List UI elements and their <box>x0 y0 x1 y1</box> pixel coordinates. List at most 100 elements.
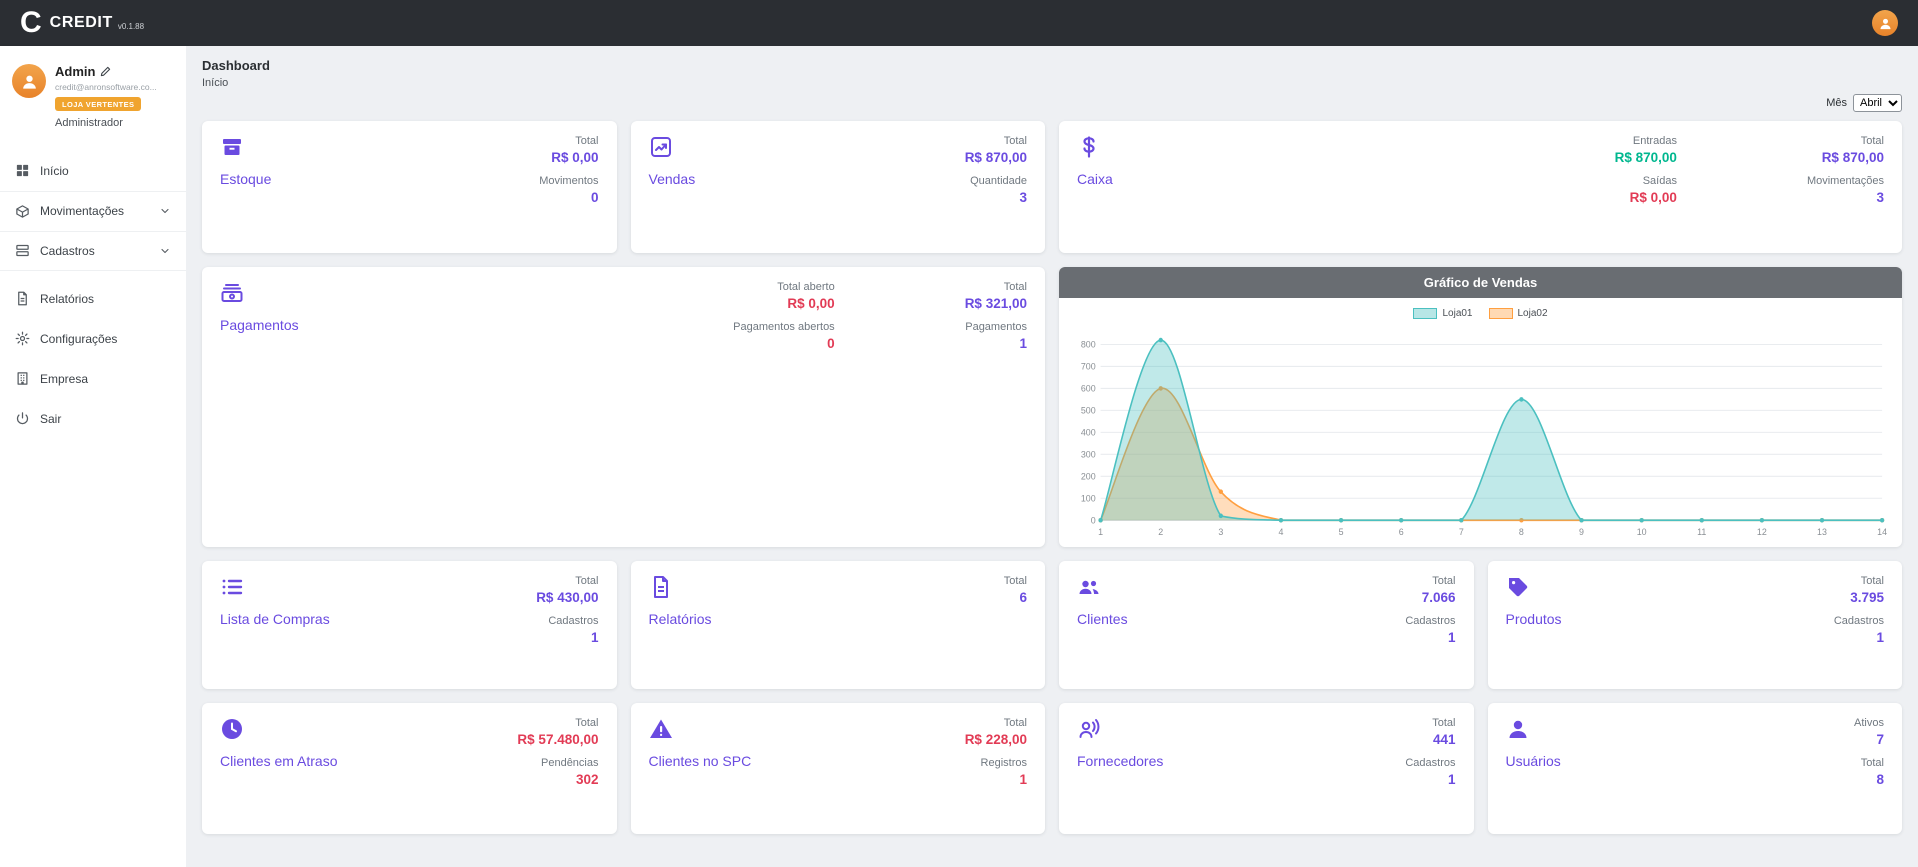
legend-label: Loja01 <box>1442 308 1472 319</box>
card-caixa[interactable]: Caixa Entradas R$ 870,00 Saídas R$ 0,00 … <box>1059 121 1902 253</box>
svg-text:700: 700 <box>1081 361 1096 371</box>
card-title: Clientes em Atraso <box>220 753 338 769</box>
inventory-icon <box>220 135 271 159</box>
card-clientes-em-atraso[interactable]: Clientes em Atraso Total R$ 57.480,00 Pe… <box>202 703 617 834</box>
user-name: Admin <box>55 64 95 79</box>
stat-value: 1 <box>981 772 1027 787</box>
stat-value: R$ 0,00 <box>551 150 598 165</box>
stat-value: R$ 57.480,00 <box>517 732 598 747</box>
card-usuarios[interactable]: Usuários Ativos 7 Total 8 <box>1488 703 1903 834</box>
stat-label: Registros <box>981 757 1027 769</box>
stat-value: R$ 228,00 <box>965 732 1027 747</box>
stat-label: Pagamentos <box>965 321 1027 333</box>
sidebar-item-label: Empresa <box>40 372 88 386</box>
card-title: Caixa <box>1077 171 1113 187</box>
power-icon <box>15 411 30 426</box>
sidebar-item-sair[interactable]: Sair <box>0 399 186 439</box>
svg-text:300: 300 <box>1081 449 1096 459</box>
card-produtos[interactable]: Produtos Total 3.795 Cadastros 1 <box>1488 561 1903 689</box>
stat-value: 0 <box>539 190 598 205</box>
sidebar-item-label: Início <box>40 164 69 178</box>
stat-value: 1 <box>1834 630 1884 645</box>
sidebar-item-cadastros[interactable]: Cadastros <box>0 231 186 271</box>
main-content: Dashboard Início Mês Abril Estoque Total… <box>186 46 1918 867</box>
svg-text:800: 800 <box>1081 339 1096 349</box>
legend-swatch-loja01 <box>1413 308 1437 319</box>
sales-chart-svg: 0100200300400500600700800123456789101112… <box>1071 323 1890 541</box>
report-document-icon <box>649 575 712 599</box>
user-icon <box>1878 16 1893 31</box>
card-estoque[interactable]: Estoque Total R$ 0,00 Movimentos 0 <box>202 121 617 253</box>
card-fornecedores[interactable]: Fornecedores Total 441 Cadastros 1 <box>1059 703 1474 834</box>
supplier-icon <box>1077 717 1163 741</box>
stat-value: R$ 0,00 <box>777 296 834 311</box>
stat-label: Total <box>965 135 1027 147</box>
stat-value: 7 <box>1854 732 1884 747</box>
box-icon <box>15 204 30 219</box>
card-clientes-no-spc[interactable]: Clientes no SPC Total R$ 228,00 Registro… <box>631 703 1046 834</box>
svg-text:200: 200 <box>1081 471 1096 481</box>
stat-label: Total <box>1432 717 1455 729</box>
stat-label: Cadastros <box>1834 615 1884 627</box>
user-role: Administrador <box>55 117 157 129</box>
stat-value: 1 <box>965 336 1027 351</box>
stat-value: 441 <box>1432 732 1455 747</box>
grid-icon <box>15 163 30 178</box>
svg-text:5: 5 <box>1339 527 1344 537</box>
stat-value: R$ 870,00 <box>1615 150 1677 165</box>
sidebar-item-inicio[interactable]: Início <box>0 151 186 191</box>
stat-label: Total <box>536 575 598 587</box>
card-title: Produtos <box>1506 611 1562 627</box>
gear-icon <box>15 331 30 346</box>
chevron-down-icon <box>159 205 171 217</box>
svg-text:0: 0 <box>1091 515 1096 525</box>
legend-item-loja02[interactable]: Loja02 <box>1489 308 1548 319</box>
stat-label: Total <box>965 281 1027 293</box>
stat-label: Total <box>1861 757 1884 769</box>
stat-label: Total <box>1850 575 1884 587</box>
user-avatar-button[interactable] <box>1872 10 1898 36</box>
svg-text:400: 400 <box>1081 427 1096 437</box>
svg-text:9: 9 <box>1579 527 1584 537</box>
sidebar-item-configuracoes[interactable]: Configurações <box>0 319 186 359</box>
stat-value: 6 <box>1004 590 1027 605</box>
card-title: Clientes <box>1077 611 1128 627</box>
card-relatorios[interactable]: Relatórios Total 6 <box>631 561 1046 689</box>
sidebar-item-label: Cadastros <box>40 244 95 258</box>
sales-chart-panel: Gráfico de Vendas Loja01 Loja02 0100 <box>1059 267 1902 547</box>
sidebar-item-label: Sair <box>40 412 61 426</box>
svg-text:12: 12 <box>1757 527 1767 537</box>
stat-label: Pagamentos abertos <box>733 321 835 333</box>
document-icon <box>15 291 30 306</box>
dollar-icon <box>1077 135 1113 159</box>
stat-label: Ativos <box>1854 717 1884 729</box>
month-select[interactable]: Abril <box>1853 94 1902 112</box>
card-title: Vendas <box>649 171 696 187</box>
sidebar-item-movimentacoes[interactable]: Movimentações <box>0 191 186 231</box>
sidebar-item-empresa[interactable]: Empresa <box>0 359 186 399</box>
card-lista-de-compras[interactable]: Lista de Compras Total R$ 430,00 Cadastr… <box>202 561 617 689</box>
stat-value: 1 <box>548 630 598 645</box>
edit-profile-icon[interactable] <box>100 66 111 77</box>
brand-version: v0.1.88 <box>118 22 144 31</box>
stat-label: Movimentos <box>539 175 598 187</box>
card-title: Usuários <box>1506 753 1561 769</box>
legend-item-loja01[interactable]: Loja01 <box>1413 308 1472 319</box>
tag-icon <box>1506 575 1562 599</box>
card-clientes[interactable]: Clientes Total 7.066 Cadastros 1 <box>1059 561 1474 689</box>
svg-text:500: 500 <box>1081 405 1096 415</box>
svg-text:7: 7 <box>1459 527 1464 537</box>
svg-text:13: 13 <box>1817 527 1827 537</box>
stat-value: 3 <box>970 190 1027 205</box>
stat-value: R$ 430,00 <box>536 590 598 605</box>
stat-label: Cadastros <box>1405 757 1455 769</box>
month-filter: Mês Abril <box>202 93 1902 113</box>
sidebar-avatar[interactable] <box>12 64 46 98</box>
card-pagamentos[interactable]: Pagamentos Total aberto R$ 0,00 Pagament… <box>202 267 1045 547</box>
card-vendas[interactable]: Vendas Total R$ 870,00 Quantidade 3 <box>631 121 1046 253</box>
stat-value: R$ 0,00 <box>1630 190 1677 205</box>
sidebar-item-relatorios[interactable]: Relatórios <box>0 279 186 319</box>
stat-label: Saídas <box>1630 175 1677 187</box>
chart-title: Gráfico de Vendas <box>1059 267 1902 298</box>
cards-grid: Estoque Total R$ 0,00 Movimentos 0 Venda… <box>202 121 1902 834</box>
